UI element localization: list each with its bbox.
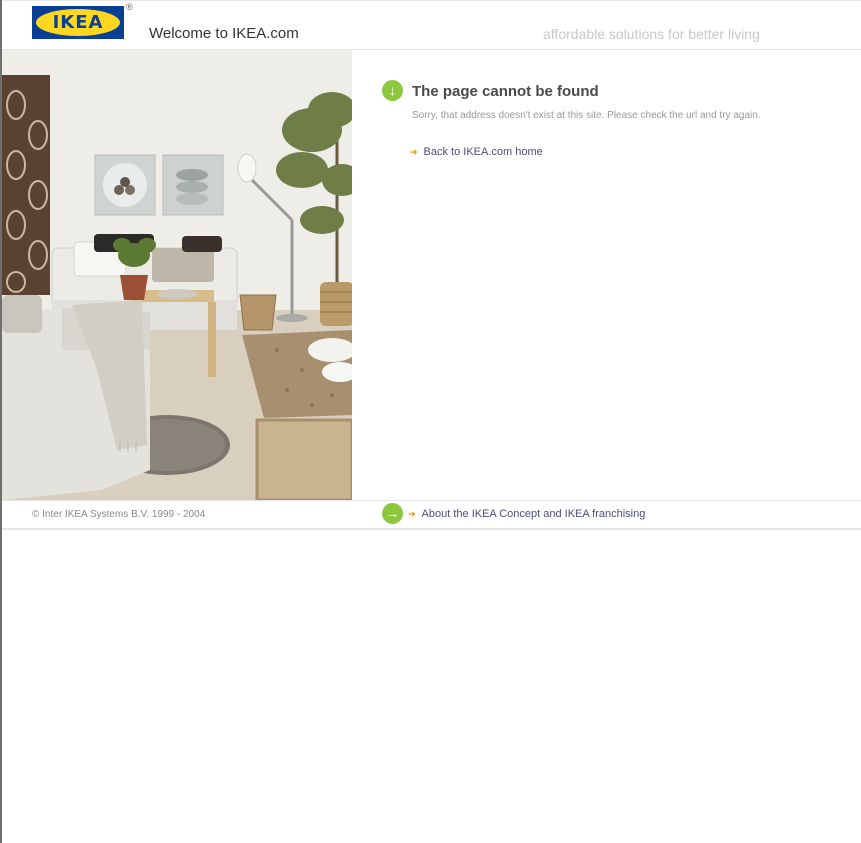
right-arrow-circle-icon[interactable]: → — [382, 503, 403, 524]
tagline: affordable solutions for better living — [543, 26, 760, 42]
footer-divider-top — [2, 500, 861, 501]
copyright-text: © Inter IKEA Systems B.V. 1999 - 2004 — [32, 509, 206, 520]
living-room-photo — [2, 50, 352, 500]
page: IKEA ® Welcome to IKEA.com affordable so… — [0, 0, 861, 843]
back-home-link[interactable]: ➜ Back to IKEA.com home — [410, 146, 543, 158]
back-home-link-label: Back to IKEA.com home — [423, 146, 543, 158]
top-divider — [2, 0, 861, 1]
footer-divider-bottom — [2, 528, 861, 530]
error-message: Sorry, that address doesn't exist at thi… — [412, 110, 761, 121]
small-arrow-icon: ➜ — [410, 147, 418, 157]
welcome-text: Welcome to IKEA.com — [149, 25, 299, 42]
ikea-concept-link[interactable]: ➜ About the IKEA Concept and IKEA franchi… — [408, 508, 645, 520]
down-arrow-circle-icon: ↓ — [382, 80, 403, 101]
logo-text: IKEA — [52, 12, 104, 33]
registered-mark: ® — [126, 2, 133, 12]
logo-oval: IKEA — [36, 9, 120, 36]
error-title: The page cannot be found — [412, 83, 599, 100]
small-arrow-icon: ➜ — [408, 509, 416, 519]
living-room-illustration — [2, 50, 352, 500]
ikea-logo[interactable]: IKEA — [32, 6, 124, 39]
ikea-concept-link-label: About the IKEA Concept and IKEA franchis… — [421, 508, 646, 520]
